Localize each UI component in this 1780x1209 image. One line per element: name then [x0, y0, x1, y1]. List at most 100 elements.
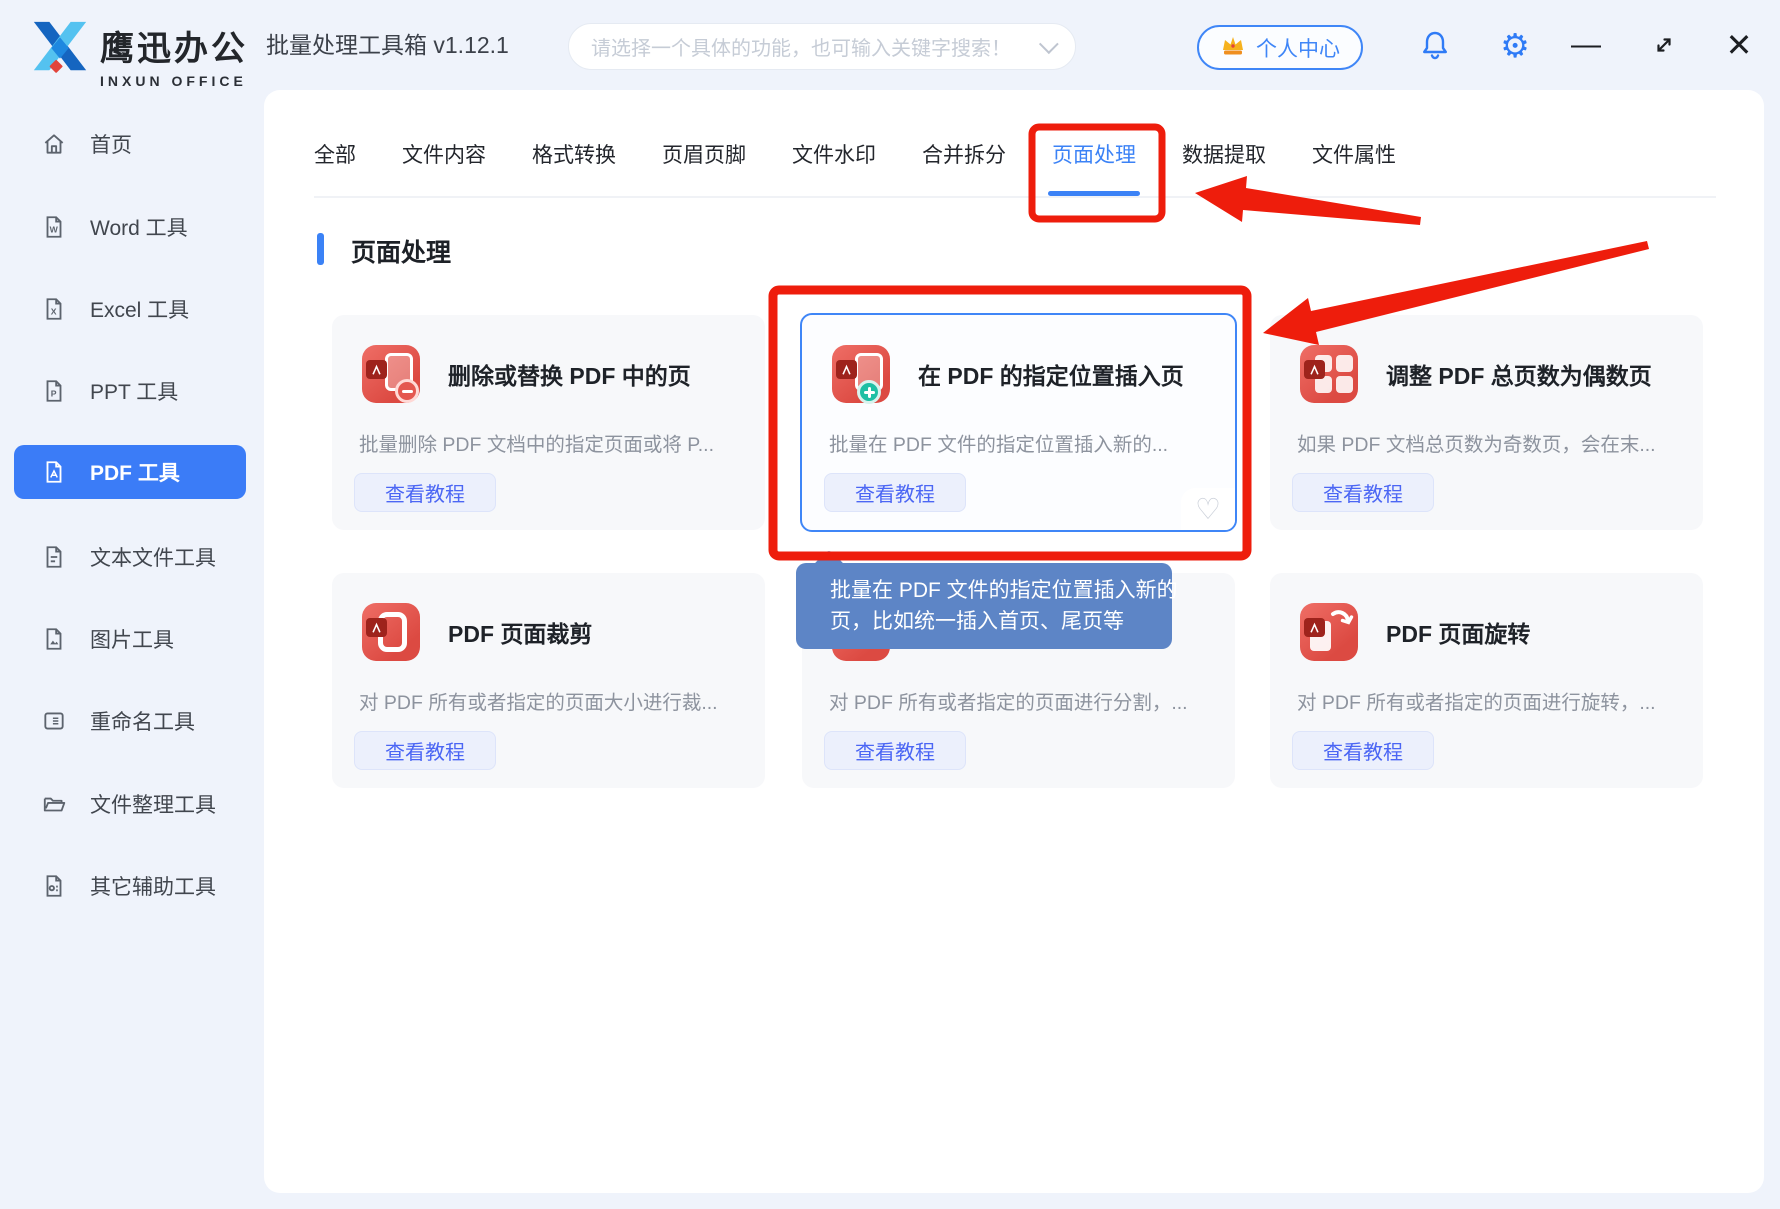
card-pdf-page-crop[interactable]: PDF 页面裁剪 对 PDF 所有或者指定的页面大小进行裁... 查看教程: [332, 573, 765, 788]
card-head: PDF 页面裁剪: [362, 603, 592, 661]
tab-header-footer[interactable]: 页眉页脚: [662, 142, 746, 196]
tab-watermark[interactable]: 文件水印: [792, 142, 876, 196]
card-pdf-page-rotate[interactable]: PDF 页面旋转 对 PDF 所有或者指定的页面进行旋转，... 查看教程: [1270, 573, 1703, 788]
pdf-file-icon: [40, 458, 68, 486]
sidebar-item-label: 首页: [90, 129, 132, 159]
card-title: 在 PDF 的指定位置插入页: [918, 357, 1184, 391]
rename-list-icon: [40, 707, 68, 735]
pdf-grid-icon: [1300, 345, 1358, 403]
card-description: 批量在 PDF 文件的指定位置插入新的...: [829, 434, 1221, 456]
brand-block: 鹰迅办公 INXUN OFFICE: [100, 21, 248, 89]
sidebar-item-label: PPT 工具: [90, 376, 178, 406]
card-title: 调整 PDF 总页数为偶数页: [1386, 357, 1652, 391]
section-accent-bar: [317, 233, 324, 265]
sidebar-item-label: Word 工具: [90, 212, 188, 242]
card-head: 在 PDF 的指定位置插入页: [832, 345, 1184, 403]
tab-file-properties[interactable]: 文件属性: [1312, 142, 1396, 196]
sidebar-item-label: 文本文件工具: [90, 542, 216, 572]
search-input[interactable]: 请选择一个具体的功能，也可输入关键字搜索！: [568, 23, 1076, 70]
view-tutorial-button[interactable]: 查看教程: [354, 473, 496, 512]
view-tutorial-button[interactable]: 查看教程: [1292, 731, 1434, 770]
tooltip-insert-pages: 批量在 PDF 文件的指定位置插入新的 页，比如统一插入首页、尾页等: [796, 563, 1172, 649]
pdf-crop-icon: [362, 603, 420, 661]
chevron-down-icon[interactable]: [1039, 34, 1059, 54]
sidebar-item-rename-tools[interactable]: 重命名工具: [14, 694, 246, 748]
card-adjust-even-pages[interactable]: 调整 PDF 总页数为偶数页 如果 PDF 文档总页数为奇数页，会在末... 查…: [1270, 315, 1703, 530]
image-file-icon: [40, 625, 68, 653]
svg-text:P: P: [51, 388, 57, 398]
inxun-logo-icon: [26, 16, 94, 83]
card-head: 删除或替换 PDF 中的页: [362, 345, 691, 403]
svg-text:W: W: [50, 224, 59, 234]
sidebar-item-excel-tools[interactable]: X Excel 工具: [14, 282, 246, 336]
view-tutorial-button[interactable]: 查看教程: [824, 473, 966, 512]
sidebar-item-pdf-tools[interactable]: PDF 工具: [14, 445, 246, 499]
personal-center-button[interactable]: 个人中心: [1197, 25, 1363, 70]
tooltip-line-1: 批量在 PDF 文件的指定位置插入新的: [830, 575, 1172, 606]
home-icon: [40, 130, 68, 158]
view-tutorial-button[interactable]: 查看教程: [824, 731, 966, 770]
text-file-icon: [40, 543, 68, 571]
pdf-page-minus-icon: [362, 345, 420, 403]
tab-data-extract[interactable]: 数据提取: [1182, 142, 1266, 196]
window-close-button[interactable]: ✕: [1716, 22, 1762, 68]
tab-page-processing[interactable]: 页面处理: [1052, 142, 1136, 196]
sidebar-item-word-tools[interactable]: W Word 工具: [14, 200, 246, 254]
tab-file-content[interactable]: 文件内容: [402, 142, 486, 196]
card-title: PDF 页面裁剪: [448, 615, 592, 649]
card-description: 批量删除 PDF 文档中的指定页面或将 P...: [359, 434, 751, 456]
card-title: PDF 页面旋转: [1386, 615, 1530, 649]
tab-all[interactable]: 全部: [314, 142, 356, 196]
sidebar-item-home[interactable]: 首页: [14, 117, 246, 171]
notifications-bell-icon[interactable]: [1412, 22, 1458, 68]
sidebar-item-other-tools[interactable]: 其它辅助工具: [14, 859, 246, 913]
card-title: 删除或替换 PDF 中的页: [448, 357, 691, 391]
brand-subtitle: INXUN OFFICE: [100, 73, 248, 89]
settings-gear-icon[interactable]: ⚙: [1492, 22, 1538, 68]
sidebar-item-label: 重命名工具: [90, 706, 195, 736]
view-tutorial-button[interactable]: 查看教程: [354, 731, 496, 770]
app-window: 鹰迅办公 INXUN OFFICE 批量处理工具箱 v1.12.1 请选择一个具…: [0, 0, 1780, 1209]
tab-format-convert[interactable]: 格式转换: [532, 142, 616, 196]
app-title-version: 批量处理工具箱 v1.12.1: [266, 0, 509, 90]
window-maximize-icon[interactable]: [1641, 22, 1687, 68]
sidebar-item-label: 文件整理工具: [90, 789, 216, 819]
sidebar-item-text-file-tools[interactable]: 文本文件工具: [14, 530, 246, 584]
search-placeholder: 请选择一个具体的功能，也可输入关键字搜索！: [591, 32, 1039, 61]
card-head: PDF 页面旋转: [1300, 603, 1530, 661]
personal-center-label: 个人中心: [1256, 33, 1340, 63]
card-insert-pdf-pages[interactable]: 在 PDF 的指定位置插入页 批量在 PDF 文件的指定位置插入新的... 查看…: [800, 313, 1237, 532]
tooltip-line-2: 页，比如统一插入首页、尾页等: [830, 606, 1172, 637]
word-file-icon: W: [40, 213, 68, 241]
brand-name: 鹰迅办公: [100, 21, 248, 70]
sidebar-item-label: Excel 工具: [90, 294, 189, 324]
tabs-divider: [314, 196, 1716, 198]
sidebar-item-ppt-tools[interactable]: P PPT 工具: [14, 364, 246, 418]
ppt-file-icon: P: [40, 377, 68, 405]
card-delete-replace-pdf-pages[interactable]: 删除或替换 PDF 中的页 批量删除 PDF 文档中的指定页面或将 P... 查…: [332, 315, 765, 530]
excel-file-icon: X: [40, 295, 68, 323]
view-tutorial-button[interactable]: 查看教程: [1292, 473, 1434, 512]
card-description: 对 PDF 所有或者指定的页面进行分割，...: [829, 692, 1221, 714]
favorite-button[interactable]: ♡: [1181, 488, 1235, 530]
misc-tools-icon: [40, 872, 68, 900]
sidebar-item-label: PDF 工具: [90, 457, 180, 487]
window-minimize-button[interactable]: —: [1563, 22, 1609, 68]
pdf-rotate-icon: [1300, 603, 1358, 661]
pdf-page-plus-icon: [832, 345, 890, 403]
category-tabs: 全部 文件内容 格式转换 页眉页脚 文件水印 合并拆分 页面处理 数据提取 文件…: [314, 142, 1396, 196]
tab-merge-split[interactable]: 合并拆分: [922, 142, 1006, 196]
crown-icon: [1220, 33, 1246, 63]
heart-icon: ♡: [1195, 495, 1221, 524]
card-description: 如果 PDF 文档总页数为奇数页，会在末...: [1297, 434, 1689, 456]
sidebar-item-image-tools[interactable]: 图片工具: [14, 612, 246, 666]
sidebar-item-label: 图片工具: [90, 624, 174, 654]
card-head: 调整 PDF 总页数为偶数页: [1300, 345, 1652, 403]
sidebar-item-label: 其它辅助工具: [90, 871, 216, 901]
section-title: 页面处理: [351, 233, 451, 269]
sidebar-item-file-organize-tools[interactable]: 文件整理工具: [14, 777, 246, 831]
card-description: 对 PDF 所有或者指定的页面进行旋转，...: [1297, 692, 1689, 714]
card-description: 对 PDF 所有或者指定的页面大小进行裁...: [359, 692, 751, 714]
svg-text:X: X: [51, 306, 57, 316]
folder-icon: [40, 790, 68, 818]
